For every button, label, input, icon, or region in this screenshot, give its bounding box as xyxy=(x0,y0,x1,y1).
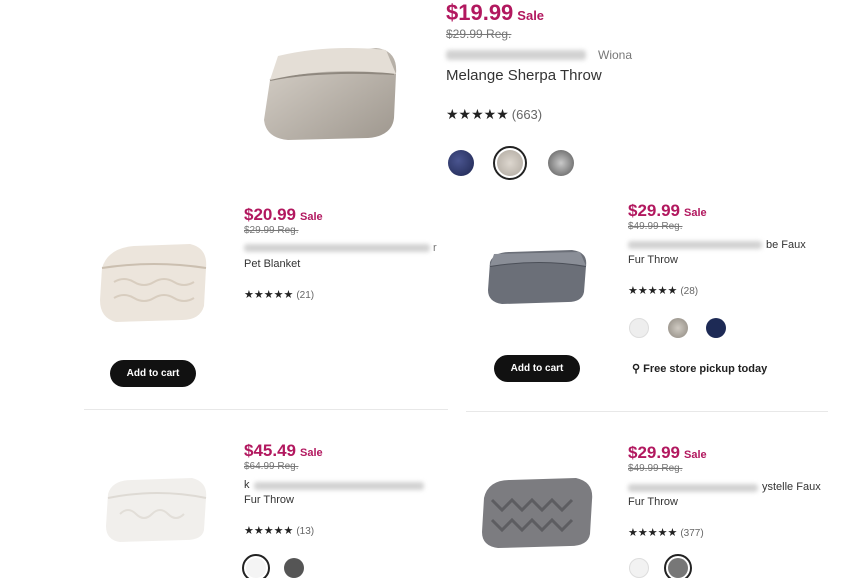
color-swatch-white[interactable] xyxy=(242,554,270,578)
color-swatch-white[interactable] xyxy=(629,318,649,338)
title-redacted xyxy=(254,482,424,490)
color-swatch-white[interactable] xyxy=(629,558,649,578)
regular-price: $29.99 Reg. xyxy=(446,27,512,41)
row-divider xyxy=(466,411,828,412)
color-swatch-navy[interactable] xyxy=(448,150,474,176)
color-swatch-navy[interactable] xyxy=(706,318,726,338)
review-count: (21) xyxy=(296,290,315,301)
add-to-cart-button[interactable]: Add to cart xyxy=(494,355,580,382)
product-title-part: ystelle Faux xyxy=(762,481,821,493)
sale-label: Sale xyxy=(684,207,707,219)
star-rating: ★★★★★ (13) xyxy=(244,524,314,537)
product-title[interactable]: Fur Throw xyxy=(628,496,678,508)
title-redacted xyxy=(628,484,758,492)
product-image-white-faux-fur[interactable] xyxy=(102,474,210,544)
pickup-text: Free store pickup today xyxy=(643,363,768,375)
regular-price: $49.99 Reg. xyxy=(628,221,683,232)
stars-icon: ★★★★★ xyxy=(244,289,294,301)
product-title[interactable]: Melange Sherpa Throw xyxy=(446,67,602,84)
sale-price: $29.99 Sale xyxy=(628,443,707,462)
stars-icon: ★★★★★ xyxy=(446,106,509,122)
sale-label: Sale xyxy=(300,211,323,223)
store-pickup-info: ⚲ Free store pickup today xyxy=(632,362,767,375)
product-title[interactable]: Fur Throw xyxy=(628,254,678,266)
review-count: (377) xyxy=(680,528,704,539)
product-title[interactable]: Pet Blanket xyxy=(244,258,300,270)
stars-icon: ★★★★★ xyxy=(628,527,678,539)
color-swatch-charcoal[interactable] xyxy=(548,150,574,176)
sale-price: $45.49 Sale xyxy=(244,441,323,460)
review-count: (663) xyxy=(511,107,543,122)
review-count: (13) xyxy=(296,526,315,537)
product-image-grey-faux-fur[interactable] xyxy=(478,474,598,550)
add-to-cart-button[interactable]: Add to cart xyxy=(110,360,196,387)
sale-label: Sale xyxy=(684,449,707,461)
stars-icon: ★★★★★ xyxy=(628,285,678,297)
product-title-part: be Faux xyxy=(766,239,806,251)
product-title-part: r xyxy=(433,242,437,254)
star-rating: ★★★★★ (663) xyxy=(446,106,542,123)
location-pin-icon: ⚲ xyxy=(632,363,641,375)
color-swatch-charcoal[interactable] xyxy=(284,558,304,578)
title-redacted xyxy=(244,244,430,252)
product-image-faux-fur-throw[interactable] xyxy=(484,246,592,306)
stars-icon: ★★★★★ xyxy=(244,525,294,537)
sale-price: $29.99 Sale xyxy=(628,201,707,220)
sale-label: Sale xyxy=(517,8,545,23)
color-swatch-grey[interactable] xyxy=(664,554,692,578)
star-rating: ★★★★★ (377) xyxy=(628,526,704,539)
regular-price: $64.99 Reg. xyxy=(244,461,299,472)
sale-label: Sale xyxy=(300,447,323,459)
regular-price: $29.99 Reg. xyxy=(244,225,299,236)
product-title[interactable]: Fur Throw xyxy=(244,494,294,506)
review-count: (28) xyxy=(680,286,699,297)
product-title-part: Wiona xyxy=(598,48,633,62)
title-redacted xyxy=(628,241,762,249)
product-image-pet-blanket[interactable] xyxy=(94,238,212,324)
title-redacted xyxy=(446,50,586,60)
color-swatch-grey[interactable] xyxy=(668,318,688,338)
star-rating: ★★★★★ (21) xyxy=(244,288,314,301)
color-swatch-grey[interactable] xyxy=(493,146,527,180)
sale-price: $20.99 Sale xyxy=(244,205,323,224)
sale-price: $19.99 Sale xyxy=(446,0,545,25)
row-divider xyxy=(84,409,448,410)
product-title-part: k xyxy=(244,479,250,491)
product-image-sherpa-throw[interactable] xyxy=(258,40,406,144)
star-rating: ★★★★★ (28) xyxy=(628,284,698,297)
regular-price: $49.99 Reg. xyxy=(628,463,683,474)
